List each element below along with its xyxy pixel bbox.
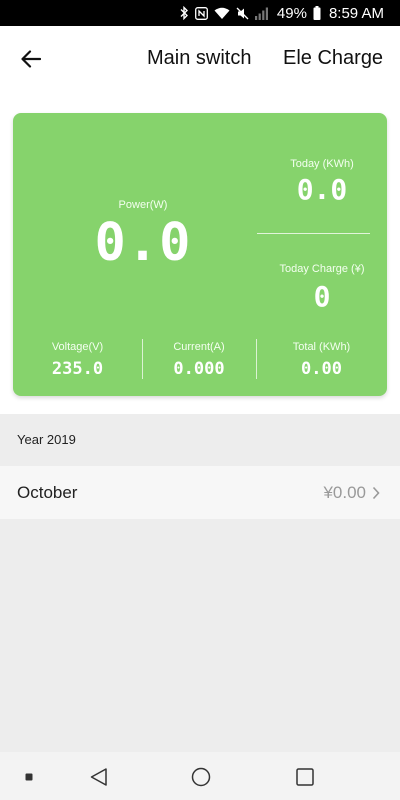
home-circle-icon[interactable] [190, 766, 212, 788]
back-button[interactable] [14, 44, 48, 74]
app-header: Main switch Ele Charge [0, 26, 400, 92]
year-header: Year 2019 [17, 432, 76, 447]
tab-main-switch[interactable]: Main switch [147, 47, 251, 70]
wifi-icon [214, 7, 230, 20]
month-amount-group: ¥0.00 [323, 483, 380, 503]
mute-icon [236, 7, 249, 20]
today-value: 0.0 [296, 173, 348, 206]
status-icons: 49% 8:59 AM [179, 5, 384, 22]
back-arrow-icon [21, 50, 41, 68]
month-name: October [17, 482, 78, 502]
system-nav-bar [0, 752, 400, 800]
voltage-label: Voltage(V) [51, 341, 104, 353]
battery-icon [313, 6, 321, 20]
energy-summary-card: Power(W) 0.0 Today (KWh) 0.0 Today Charg… [13, 113, 387, 396]
chevron-right-icon [372, 486, 380, 499]
total-value: 0.00 [301, 359, 342, 379]
list-item[interactable]: October ¥0.00 [0, 466, 400, 519]
month-amount: ¥0.00 [323, 482, 366, 502]
status-bar: 49% 8:59 AM [0, 0, 400, 26]
today-label: Today (KWh) [290, 158, 354, 170]
clock: 8:59 AM [328, 4, 384, 22]
power-label: Power(W) [118, 199, 168, 211]
overview-dot-icon[interactable] [18, 766, 40, 788]
power-value: 0.0 [94, 213, 192, 273]
bluetooth-icon [179, 6, 189, 20]
total-label: Total (KWh) [292, 341, 351, 353]
today-charge-value: 0 [313, 280, 331, 313]
back-triangle-icon[interactable] [88, 766, 110, 788]
nfc-icon [194, 6, 208, 20]
battery-percent: 49% [276, 4, 307, 22]
current-value: 0.000 [173, 359, 225, 379]
divider [257, 233, 370, 234]
recents-square-icon[interactable] [294, 766, 316, 788]
current-label: Current(A) [173, 341, 225, 353]
today-charge-label: Today Charge (¥) [279, 263, 365, 275]
tab-ele-charge[interactable]: Ele Charge [283, 47, 383, 70]
signal-icon [254, 7, 269, 20]
voltage-value: 235.0 [51, 359, 104, 379]
